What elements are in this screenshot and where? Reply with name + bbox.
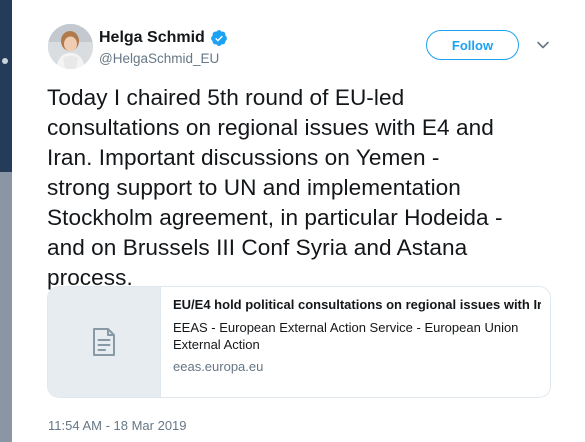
tweet-text-line: Iran. Important discussions on Yemen - xyxy=(47,145,440,170)
tweet-timestamp[interactable]: 11:54 AM - 18 Mar 2019 xyxy=(48,418,187,433)
author-name[interactable]: Helga Schmid xyxy=(99,29,205,47)
tweet-text: Today I chaired 5th round of EU-led cons… xyxy=(47,83,552,293)
avatar-portrait xyxy=(48,24,93,69)
link-preview-domain: eeas.europa.eu xyxy=(173,359,264,374)
follow-button[interactable]: Follow xyxy=(426,30,519,60)
background-page-dot xyxy=(2,58,8,64)
link-preview-thumbnail xyxy=(48,287,161,397)
tweet-text-line: Stockholm agreement, in particular Hodei… xyxy=(47,205,503,230)
avatar[interactable] xyxy=(48,24,93,69)
tweet-card: Helga Schmid @HelgaSchmid_EU Follow Toda… xyxy=(12,0,585,442)
author-handle[interactable]: @HelgaSchmid_EU xyxy=(99,51,219,66)
link-preview-card[interactable]: EU/E4 hold political consultations on re… xyxy=(47,286,551,398)
verified-badge-icon xyxy=(210,30,227,46)
link-preview-description: EEAS - European External Action Service … xyxy=(173,320,519,352)
background-page-header xyxy=(0,0,12,172)
link-preview-title[interactable]: EU/E4 hold political consultations on re… xyxy=(173,296,541,314)
tweet-text-line: Today I chaired 5th round of EU-led xyxy=(47,85,405,110)
document-icon xyxy=(93,328,115,356)
tweet-text-line: and on Brussels III Conf Syria and Astan… xyxy=(47,235,468,260)
tweet-text-line: strong support to UN and implementation xyxy=(47,175,461,200)
background-page-strip xyxy=(0,0,12,442)
tweet-text-line: consultations on regional issues with E4… xyxy=(47,115,494,140)
chevron-down-icon[interactable] xyxy=(536,38,550,52)
link-preview-body: EU/E4 hold political consultations on re… xyxy=(161,287,550,397)
